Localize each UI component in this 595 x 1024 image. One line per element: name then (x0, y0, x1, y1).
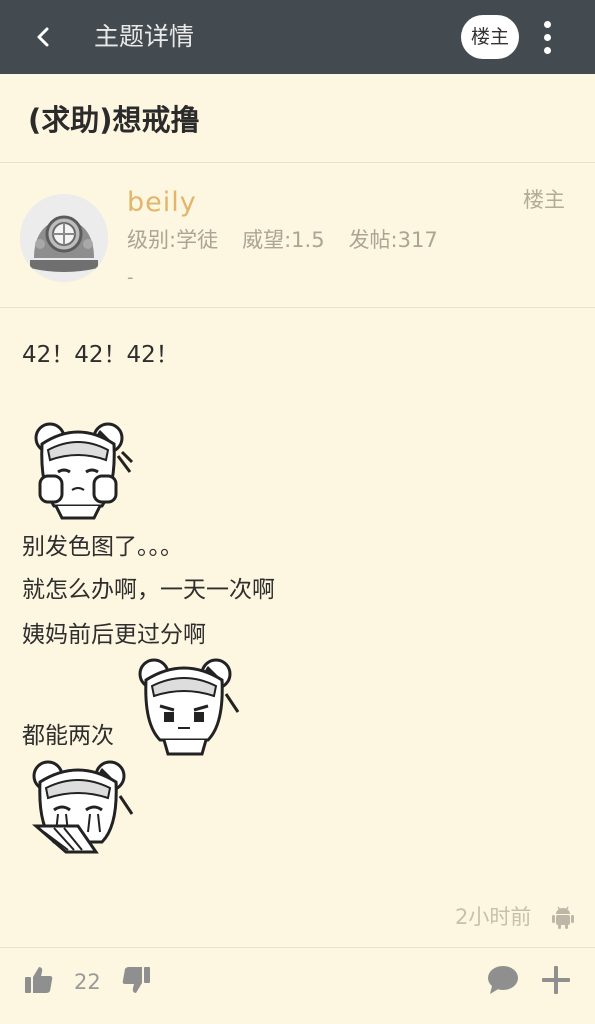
post-line: 姨妈前后更过分啊 (22, 622, 206, 648)
post-line: 别发色图了。。。 (22, 534, 183, 560)
diving-helmet-avatar (20, 194, 108, 282)
author-name[interactable]: beily (127, 185, 197, 221)
author-post-count: 发帖:317 (348, 228, 438, 252)
more-vertical-icon (543, 20, 551, 28)
divider (0, 307, 595, 308)
sobbing-girl-sticker (31, 760, 134, 854)
comment-button[interactable] (486, 964, 520, 1000)
like-button[interactable] (23, 964, 55, 1000)
comment-icon (488, 966, 518, 994)
author-level: 级别:学徒 (127, 228, 219, 252)
thumbs-up-icon (25, 967, 53, 993)
android-icon (552, 906, 574, 929)
page-title: 主题详情 (94, 22, 195, 51)
chevron-left-icon (37, 27, 49, 47)
post-timestamp: 2小时前 (455, 905, 532, 929)
divider (0, 162, 595, 163)
divider (0, 947, 595, 948)
post-line: 就怎么办啊，一天一次啊 (22, 577, 275, 603)
post-line: 都能两次 (22, 723, 114, 749)
more-menu-button[interactable] (530, 17, 564, 57)
op-label: 楼主 (523, 188, 565, 212)
plus-icon (542, 966, 570, 994)
like-count: 22 (74, 970, 101, 994)
crying-girl-sticker (34, 422, 134, 520)
avatar[interactable] (20, 194, 108, 282)
author-signature: - (127, 267, 134, 288)
dislike-button[interactable] (120, 964, 152, 1000)
thumbs-down-icon (122, 967, 150, 993)
annoyed-girl-sticker (138, 658, 240, 756)
add-reply-button[interactable] (540, 964, 572, 1000)
back-button[interactable] (24, 17, 64, 57)
author-meta: 级别:学徒 威望:1.5 发帖:317 (127, 226, 438, 254)
only-op-button[interactable]: 楼主 (461, 15, 519, 59)
author-prestige: 威望:1.5 (242, 228, 325, 252)
post-line: 42！42！42！ (22, 342, 179, 368)
topic-title: (求助)想戒撸 (28, 103, 200, 137)
app-bar: 主题详情 楼主 (0, 0, 595, 74)
